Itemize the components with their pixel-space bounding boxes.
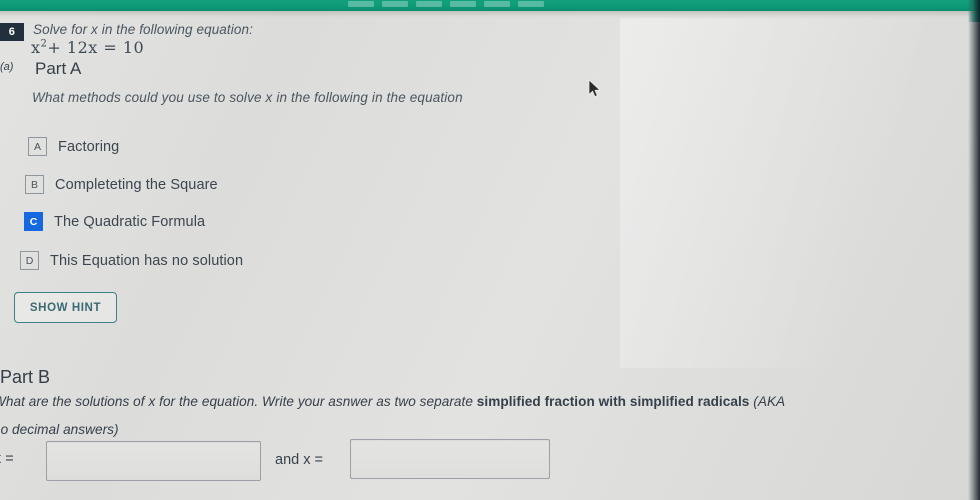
quiz-screenshot: 6 (a) Solve for x in the following equat… [0, 0, 980, 500]
option-a-label: Factoring [58, 138, 120, 155]
option-c-label: The Quadratic Formula [54, 213, 206, 230]
part-b-description-line1: What are the solutions of x for the equa… [0, 394, 785, 409]
option-b[interactable]: B Completeting the Square [25, 175, 218, 194]
topbar-chip [450, 1, 476, 7]
mouse-cursor-icon [588, 79, 601, 98]
question-prompt: Solve for x in the following equation: [33, 22, 253, 37]
part-marker: (a) [0, 61, 14, 73]
topbar-chip [518, 1, 544, 7]
option-d[interactable]: D This Equation has no solution [20, 251, 243, 270]
part-b-text-a: What are the solutions of x for the equa… [0, 394, 477, 409]
equation: x2+ 12x = 10 [31, 38, 144, 57]
screen-glare [620, 18, 980, 368]
option-c-letter-box[interactable]: C [24, 212, 43, 231]
part-a-question: What methods could you use to solve x in… [32, 90, 463, 105]
option-a[interactable]: A Factoring [28, 137, 119, 156]
option-c[interactable]: C The Quadratic Formula [24, 212, 205, 231]
answer2-label: and x = [275, 452, 323, 468]
option-a-letter-box[interactable]: A [28, 137, 47, 156]
equation-base: x [31, 38, 41, 57]
topbar-shadow [0, 11, 980, 20]
screen-bezel-edge-top [968, 0, 980, 22]
question-number-badge: 6 [0, 23, 24, 41]
topbar-chip [382, 1, 408, 7]
topbar-chip [348, 1, 374, 7]
part-b-description-line2: no decimal answers) [0, 422, 119, 437]
answer1-input[interactable] [46, 441, 261, 481]
part-b-title: Part B [0, 367, 51, 387]
option-b-letter-box[interactable]: B [25, 175, 44, 194]
answer2-input[interactable] [350, 439, 550, 479]
screen-bezel-edge [968, 0, 980, 500]
app-topbar [0, 0, 980, 11]
part-b-text-c: (AKA [749, 394, 786, 409]
equation-rest: + 12x = 10 [47, 38, 145, 57]
topbar-chip [416, 1, 442, 7]
part-a-title: Part A [35, 59, 82, 78]
option-d-label: This Equation has no solution [50, 252, 244, 269]
option-d-letter-box[interactable]: D [20, 251, 39, 270]
topbar-chip [484, 1, 510, 7]
answer1-label: x = [0, 451, 14, 467]
part-b-text-bold: simplified fraction with simplified radi… [476, 394, 750, 409]
option-b-label: Completeting the Square [55, 176, 218, 193]
show-hint-button[interactable]: SHOW HINT [14, 292, 117, 323]
